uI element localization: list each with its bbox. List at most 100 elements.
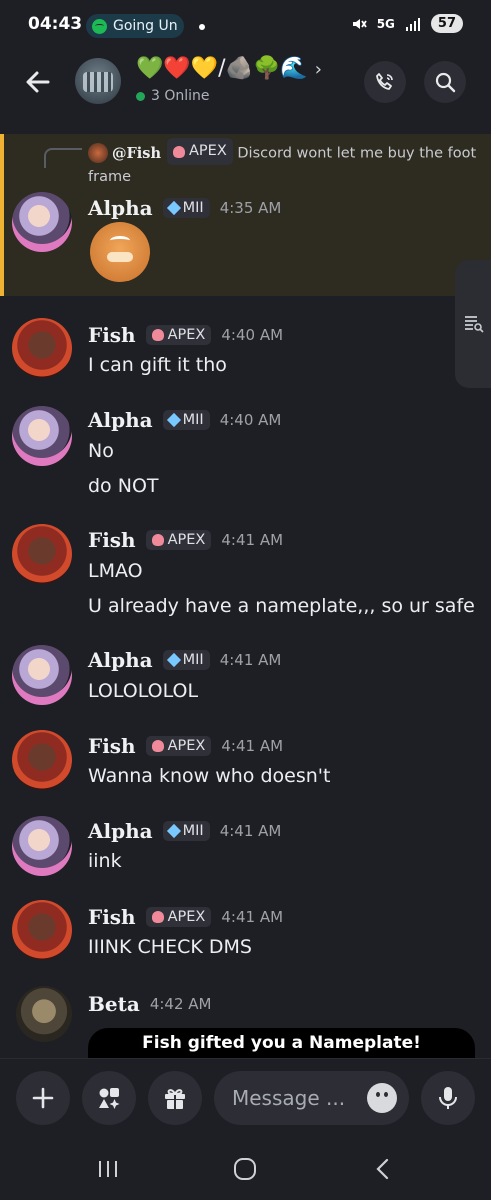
user-badge[interactable]: MII bbox=[162, 410, 210, 430]
search-icon bbox=[435, 72, 456, 93]
message-header: Alpha MII 4:35 AM bbox=[88, 196, 281, 220]
member-list-tab[interactable] bbox=[455, 260, 491, 388]
recents-button[interactable] bbox=[88, 1152, 128, 1186]
mic-icon bbox=[439, 1087, 457, 1109]
battery-badge: 57 bbox=[430, 14, 463, 33]
author-name[interactable]: Fish bbox=[88, 734, 136, 758]
group-title-text: 💚❤️💛/🪨🌳🌊 bbox=[136, 56, 308, 81]
avatar[interactable] bbox=[12, 406, 72, 466]
reply-preview[interactable]: @Fish APEX Discord wont let me buy the fo… bbox=[88, 138, 483, 189]
message-text: do NOT bbox=[88, 475, 159, 497]
status-icons: 5G 57 bbox=[351, 14, 463, 33]
timestamp: 4:41 AM bbox=[221, 737, 284, 755]
avatar[interactable] bbox=[12, 900, 72, 960]
group-title[interactable]: 💚❤️💛/🪨🌳🌊 › bbox=[136, 56, 322, 81]
timestamp: 4:35 AM bbox=[219, 199, 282, 217]
system-nav-bar bbox=[0, 1138, 491, 1200]
avatar[interactable] bbox=[12, 192, 72, 252]
status-time: 04:43 bbox=[28, 14, 83, 34]
user-badge[interactable]: MII bbox=[162, 198, 210, 218]
gem-icon bbox=[166, 823, 181, 839]
channel-header: 💚❤️💛/🪨🌳🌊 › 3 Online bbox=[0, 52, 491, 118]
message-text: I can gift it tho bbox=[88, 354, 227, 376]
author-name[interactable]: Beta bbox=[88, 992, 140, 1016]
emoji-icon[interactable] bbox=[367, 1083, 397, 1113]
avatar[interactable] bbox=[12, 524, 72, 584]
author-name[interactable]: Fish bbox=[88, 323, 136, 347]
message-text: Wanna know who doesn't bbox=[88, 765, 331, 787]
user-badge[interactable]: MII bbox=[162, 821, 210, 841]
message-header: Fish APEX 4:41 AM bbox=[88, 905, 283, 929]
badge-text: APEX bbox=[167, 327, 206, 343]
badge-text: APEX bbox=[167, 909, 206, 925]
group-avatar[interactable] bbox=[75, 58, 121, 104]
user-badge[interactable]: MII bbox=[162, 650, 210, 670]
nav-back-button[interactable] bbox=[362, 1152, 402, 1186]
online-dot-icon bbox=[136, 91, 145, 101]
timestamp: 4:40 AM bbox=[221, 326, 284, 344]
author-name[interactable]: Alpha bbox=[88, 648, 153, 672]
now-playing-text: Going Un bbox=[113, 18, 178, 34]
user-badge[interactable]: APEX bbox=[145, 325, 212, 345]
online-count: 3 Online bbox=[151, 88, 210, 104]
avatar[interactable] bbox=[12, 645, 72, 705]
badge-text: MII bbox=[182, 652, 204, 668]
gem-icon bbox=[166, 652, 181, 668]
author-name[interactable]: Alpha bbox=[88, 819, 153, 843]
mute-icon bbox=[352, 18, 367, 29]
nav-back-icon bbox=[376, 1158, 389, 1180]
reply-avatar bbox=[88, 142, 108, 163]
avatar[interactable] bbox=[16, 986, 72, 1042]
online-status: 3 Online bbox=[136, 88, 210, 104]
call-button[interactable] bbox=[364, 61, 406, 103]
timestamp: 4:40 AM bbox=[219, 411, 282, 429]
status-bar: 04:43 Going Un 5G 57 bbox=[0, 0, 491, 52]
message-input-box[interactable] bbox=[214, 1071, 409, 1125]
add-attachment-button[interactable] bbox=[16, 1071, 70, 1125]
user-badge[interactable]: APEX bbox=[145, 736, 212, 756]
gift-banner[interactable]: Fish gifted you a Nameplate! bbox=[88, 1028, 475, 1058]
timestamp: 4:41 AM bbox=[221, 531, 284, 549]
message-text: No bbox=[88, 440, 114, 462]
message-header: Fish APEX 4:41 AM bbox=[88, 734, 283, 758]
message-input[interactable] bbox=[230, 1085, 354, 1111]
gem-icon bbox=[166, 200, 181, 216]
now-playing-pill[interactable]: Going Un bbox=[86, 14, 184, 38]
gift-button[interactable] bbox=[148, 1071, 202, 1125]
badge-text: MII bbox=[182, 412, 204, 428]
avatar[interactable] bbox=[12, 318, 72, 378]
user-badge[interactable]: APEX bbox=[145, 907, 212, 927]
call-icon bbox=[376, 73, 393, 90]
reply-badge-text: APEX bbox=[189, 143, 227, 159]
message-list[interactable]: @Fish APEX Discord wont let me buy the fo… bbox=[0, 118, 491, 1058]
reply-author: @Fish bbox=[112, 144, 162, 162]
member-list-icon bbox=[465, 316, 484, 333]
message-composer bbox=[0, 1058, 491, 1139]
message-header: Alpha MII 4:40 AM bbox=[88, 408, 281, 432]
back-icon[interactable] bbox=[22, 66, 54, 98]
badge-text: MII bbox=[182, 823, 204, 839]
recents-icon bbox=[99, 1161, 117, 1177]
apps-button[interactable] bbox=[82, 1071, 136, 1125]
skull-icon bbox=[173, 145, 186, 158]
message-header: Fish APEX 4:40 AM bbox=[88, 323, 283, 347]
sticker-image[interactable] bbox=[90, 222, 150, 282]
author-name[interactable]: Fish bbox=[88, 528, 136, 552]
avatar[interactable] bbox=[12, 730, 72, 790]
search-button[interactable] bbox=[424, 61, 466, 103]
author-name[interactable]: Alpha bbox=[88, 196, 153, 220]
message-header: Alpha MII 4:41 AM bbox=[88, 819, 281, 843]
user-badge[interactable]: APEX bbox=[145, 530, 212, 550]
message-header: Beta 4:42 AM bbox=[88, 992, 211, 1016]
author-name[interactable]: Fish bbox=[88, 905, 136, 929]
skull-icon bbox=[151, 329, 164, 341]
home-button[interactable] bbox=[225, 1152, 265, 1186]
badge-text: MII bbox=[182, 200, 204, 216]
timestamp: 4:41 AM bbox=[219, 822, 282, 840]
signal-icon bbox=[405, 17, 420, 31]
avatar[interactable] bbox=[12, 816, 72, 876]
voice-message-button[interactable] bbox=[421, 1071, 475, 1125]
timestamp: 4:42 AM bbox=[149, 995, 212, 1013]
apps-icon bbox=[99, 1088, 120, 1109]
author-name[interactable]: Alpha bbox=[88, 408, 153, 432]
